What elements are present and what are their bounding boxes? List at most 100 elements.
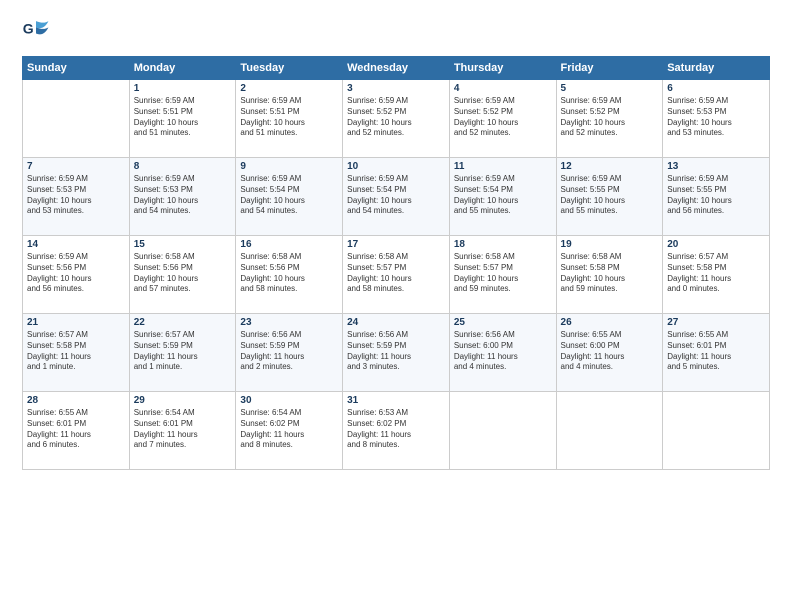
day-info: Sunrise: 6:59 AM Sunset: 5:54 PM Dayligh… (454, 174, 552, 217)
day-info: Sunrise: 6:55 AM Sunset: 6:01 PM Dayligh… (27, 408, 125, 451)
weekday-header-saturday: Saturday (663, 57, 770, 80)
logo: G (22, 18, 52, 46)
calendar-cell: 29Sunrise: 6:54 AM Sunset: 6:01 PM Dayli… (129, 392, 236, 470)
day-info: Sunrise: 6:56 AM Sunset: 6:00 PM Dayligh… (454, 330, 552, 373)
calendar-cell: 9 Sunrise: 6:59 AM Sunset: 5:54 PM Daylig… (236, 158, 343, 236)
day-number: 7 (27, 161, 125, 172)
day-info: Sunrise: 6:58 AM Sunset: 5:57 PM Dayligh… (454, 252, 552, 295)
day-number: 25 (454, 317, 552, 328)
calendar-cell: 10 Sunrise: 6:59 AM Sunset: 5:54 PM Dayli… (343, 158, 450, 236)
day-info: Sunrise: 6:59 AM Sunset: 5:55 PM Dayligh… (667, 174, 765, 217)
calendar-cell: 19Sunrise: 6:58 AM Sunset: 5:58 PM Dayli… (556, 236, 663, 314)
day-number: 14 (27, 239, 125, 250)
day-info: Sunrise: 6:59 AM Sunset: 5:53 PM Dayligh… (134, 174, 232, 217)
calendar-table: SundayMondayTuesdayWednesdayThursdayFrid… (22, 56, 770, 470)
calendar-cell: 16Sunrise: 6:58 AM Sunset: 5:56 PM Dayli… (236, 236, 343, 314)
day-number: 30 (240, 395, 338, 406)
day-info: Sunrise: 6:55 AM Sunset: 6:00 PM Dayligh… (561, 330, 659, 373)
day-number: 1 (134, 83, 232, 94)
day-number: 18 (454, 239, 552, 250)
day-info: Sunrise: 6:59 AM Sunset: 5:51 PM Dayligh… (134, 96, 232, 139)
calendar-cell: 22 Sunrise: 6:57 AM Sunset: 5:59 PM Dayli… (129, 314, 236, 392)
day-number: 12 (561, 161, 659, 172)
day-info: Sunrise: 6:59 AM Sunset: 5:53 PM Dayligh… (27, 174, 125, 217)
day-number: 4 (454, 83, 552, 94)
week-row-3: 14 Sunrise: 6:59 AM Sunset: 5:56 PM Dayli… (23, 236, 770, 314)
page: G SundayMondayTuesdayWednesdayThursdayFr… (0, 0, 792, 612)
day-number: 21 (27, 317, 125, 328)
day-info: Sunrise: 6:58 AM Sunset: 5:57 PM Dayligh… (347, 252, 445, 295)
day-number: 3 (347, 83, 445, 94)
day-info: Sunrise: 6:59 AM Sunset: 5:52 PM Dayligh… (561, 96, 659, 139)
calendar-cell: 21 Sunrise: 6:57 AM Sunset: 5:58 PM Dayli… (23, 314, 130, 392)
day-number: 2 (240, 83, 338, 94)
day-number: 22 (134, 317, 232, 328)
day-number: 17 (347, 239, 445, 250)
day-number: 9 (240, 161, 338, 172)
day-number: 5 (561, 83, 659, 94)
calendar-cell: 14 Sunrise: 6:59 AM Sunset: 5:56 PM Dayli… (23, 236, 130, 314)
calendar-cell: 27 Sunrise: 6:55 AM Sunset: 6:01 PM Dayli… (663, 314, 770, 392)
day-number: 10 (347, 161, 445, 172)
day-info: Sunrise: 6:57 AM Sunset: 5:58 PM Dayligh… (27, 330, 125, 373)
calendar-cell: 7 Sunrise: 6:59 AM Sunset: 5:53 PM Daylig… (23, 158, 130, 236)
day-info: Sunrise: 6:59 AM Sunset: 5:53 PM Dayligh… (667, 96, 765, 139)
calendar-cell: 26 Sunrise: 6:55 AM Sunset: 6:00 PM Dayli… (556, 314, 663, 392)
day-info: Sunrise: 6:54 AM Sunset: 6:02 PM Dayligh… (240, 408, 338, 451)
day-number: 6 (667, 83, 765, 94)
day-info: Sunrise: 6:57 AM Sunset: 5:58 PM Dayligh… (667, 252, 765, 295)
calendar-cell: 8 Sunrise: 6:59 AM Sunset: 5:53 PM Daylig… (129, 158, 236, 236)
day-info: Sunrise: 6:59 AM Sunset: 5:51 PM Dayligh… (240, 96, 338, 139)
day-info: Sunrise: 6:57 AM Sunset: 5:59 PM Dayligh… (134, 330, 232, 373)
calendar-cell (449, 392, 556, 470)
day-info: Sunrise: 6:59 AM Sunset: 5:54 PM Dayligh… (240, 174, 338, 217)
day-number: 23 (240, 317, 338, 328)
calendar-cell: 31Sunrise: 6:53 AM Sunset: 6:02 PM Dayli… (343, 392, 450, 470)
calendar-cell (663, 392, 770, 470)
weekday-header-tuesday: Tuesday (236, 57, 343, 80)
day-info: Sunrise: 6:55 AM Sunset: 6:01 PM Dayligh… (667, 330, 765, 373)
calendar-cell: 5 Sunrise: 6:59 AM Sunset: 5:52 PM Daylig… (556, 80, 663, 158)
calendar-cell: 12Sunrise: 6:59 AM Sunset: 5:55 PM Dayli… (556, 158, 663, 236)
calendar-cell: 11 Sunrise: 6:59 AM Sunset: 5:54 PM Dayli… (449, 158, 556, 236)
day-info: Sunrise: 6:58 AM Sunset: 5:56 PM Dayligh… (134, 252, 232, 295)
calendar-cell: 28 Sunrise: 6:55 AM Sunset: 6:01 PM Dayli… (23, 392, 130, 470)
week-row-4: 21 Sunrise: 6:57 AM Sunset: 5:58 PM Dayli… (23, 314, 770, 392)
day-info: Sunrise: 6:59 AM Sunset: 5:54 PM Dayligh… (347, 174, 445, 217)
weekday-header-row: SundayMondayTuesdayWednesdayThursdayFrid… (23, 57, 770, 80)
day-info: Sunrise: 6:59 AM Sunset: 5:52 PM Dayligh… (347, 96, 445, 139)
calendar-cell: 24Sunrise: 6:56 AM Sunset: 5:59 PM Dayli… (343, 314, 450, 392)
calendar-cell: 17 Sunrise: 6:58 AM Sunset: 5:57 PM Dayli… (343, 236, 450, 314)
week-row-5: 28 Sunrise: 6:55 AM Sunset: 6:01 PM Dayli… (23, 392, 770, 470)
header: G (22, 18, 770, 46)
day-number: 27 (667, 317, 765, 328)
day-number: 26 (561, 317, 659, 328)
day-number: 31 (347, 395, 445, 406)
calendar-cell: 2 Sunrise: 6:59 AM Sunset: 5:51 PM Daylig… (236, 80, 343, 158)
calendar-cell: 6 Sunrise: 6:59 AM Sunset: 5:53 PM Daylig… (663, 80, 770, 158)
day-number: 11 (454, 161, 552, 172)
calendar-cell: 3 Sunrise: 6:59 AM Sunset: 5:52 PM Daylig… (343, 80, 450, 158)
day-info: Sunrise: 6:59 AM Sunset: 5:52 PM Dayligh… (454, 96, 552, 139)
calendar-cell (556, 392, 663, 470)
week-row-1: 1 Sunrise: 6:59 AM Sunset: 5:51 PM Daylig… (23, 80, 770, 158)
day-info: Sunrise: 6:54 AM Sunset: 6:01 PM Dayligh… (134, 408, 232, 451)
weekday-header-friday: Friday (556, 57, 663, 80)
calendar-cell: 15 Sunrise: 6:58 AM Sunset: 5:56 PM Dayli… (129, 236, 236, 314)
day-info: Sunrise: 6:56 AM Sunset: 5:59 PM Dayligh… (240, 330, 338, 373)
day-info: Sunrise: 6:59 AM Sunset: 5:56 PM Dayligh… (27, 252, 125, 295)
weekday-header-monday: Monday (129, 57, 236, 80)
week-row-2: 7 Sunrise: 6:59 AM Sunset: 5:53 PM Daylig… (23, 158, 770, 236)
calendar-cell: 13 Sunrise: 6:59 AM Sunset: 5:55 PM Dayli… (663, 158, 770, 236)
calendar-cell: 18 Sunrise: 6:58 AM Sunset: 5:57 PM Dayli… (449, 236, 556, 314)
day-number: 8 (134, 161, 232, 172)
weekday-header-wednesday: Wednesday (343, 57, 450, 80)
day-number: 15 (134, 239, 232, 250)
day-info: Sunrise: 6:58 AM Sunset: 5:56 PM Dayligh… (240, 252, 338, 295)
calendar-cell: 23 Sunrise: 6:56 AM Sunset: 5:59 PM Dayli… (236, 314, 343, 392)
day-number: 28 (27, 395, 125, 406)
day-number: 13 (667, 161, 765, 172)
logo-icon: G (22, 18, 50, 46)
day-number: 19 (561, 239, 659, 250)
day-info: Sunrise: 6:56 AM Sunset: 5:59 PM Dayligh… (347, 330, 445, 373)
